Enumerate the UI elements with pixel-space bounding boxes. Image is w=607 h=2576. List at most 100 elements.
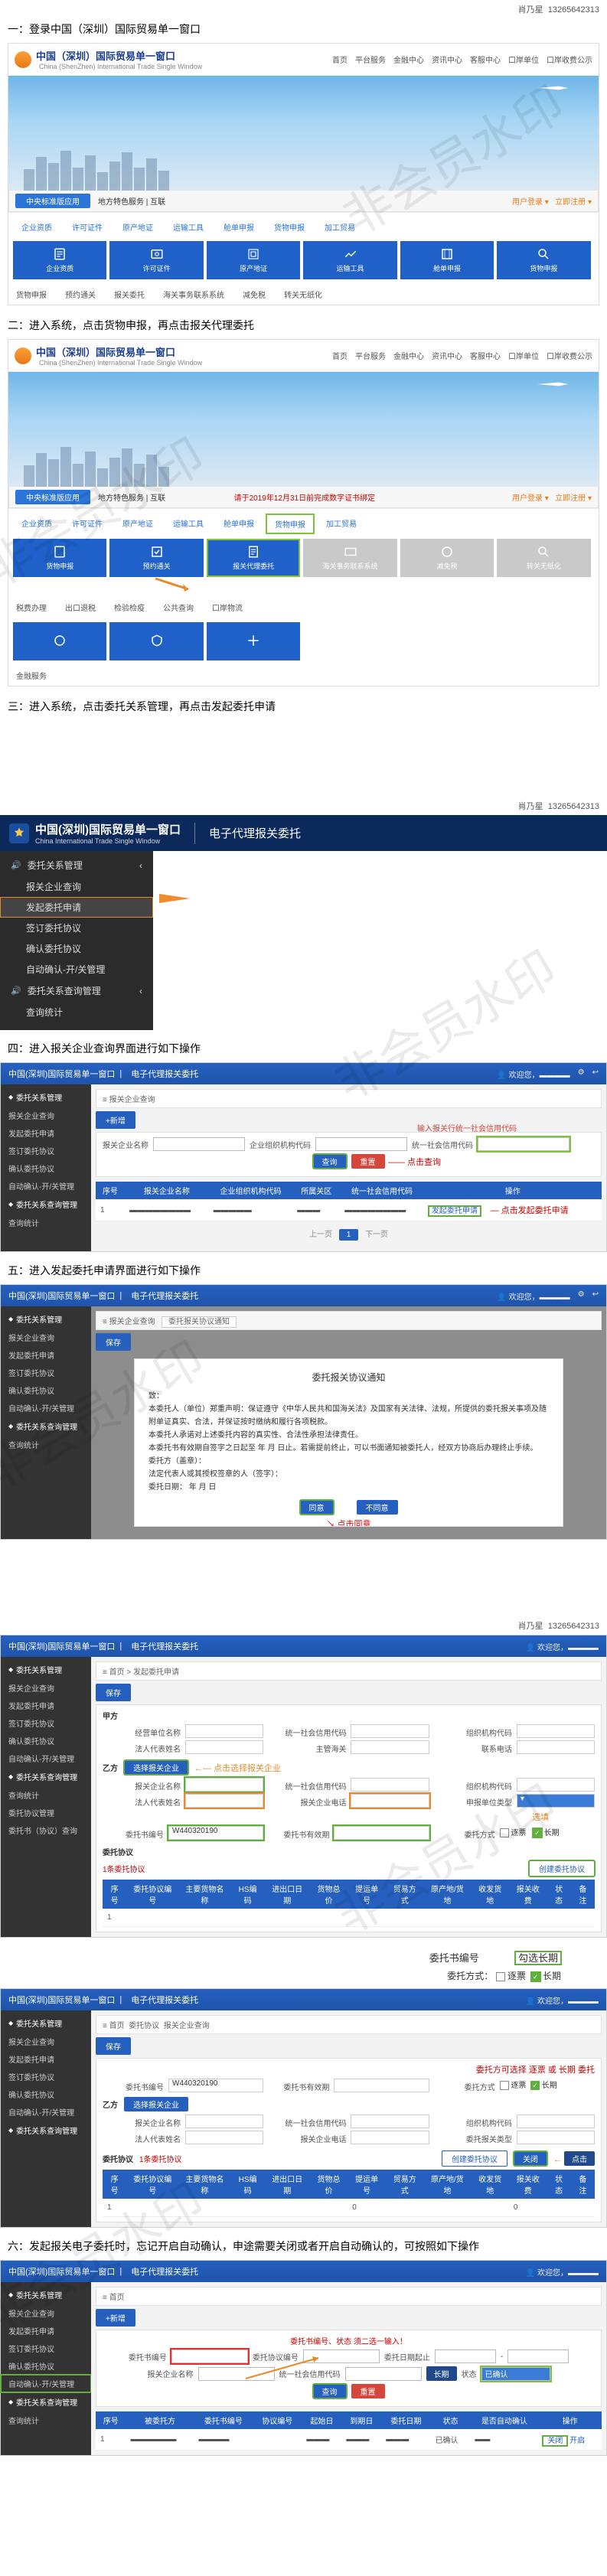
sidebar-item-initiate[interactable]: 发起委托申请 — [0, 897, 153, 918]
reset-button[interactable]: 重置 — [351, 1154, 385, 1169]
save-button[interactable]: 保存 — [96, 2037, 131, 2055]
nav-item[interactable]: 口岸单位 — [508, 350, 539, 361]
grid-tile[interactable]: 许可证件 — [109, 241, 203, 279]
nav-item[interactable]: 首页 — [332, 350, 348, 361]
side-head[interactable]: 委托关系查询管理 — [1, 1195, 91, 1214]
tab[interactable]: 报关企业查询 — [164, 2022, 210, 2030]
sub-tab[interactable]: 转关无纸化 — [284, 289, 322, 300]
grid-tile-delegate[interactable]: 报关代理委托 — [207, 539, 300, 577]
input[interactable] — [185, 2115, 263, 2128]
side-item[interactable]: 发起委托申请 — [1, 1124, 91, 1142]
side-item[interactable]: 签订委托协议 — [1, 1714, 91, 1732]
category-tab[interactable]: 许可证件 — [64, 217, 111, 236]
input[interactable] — [185, 1794, 263, 1808]
grid-tile[interactable]: 原产地证 — [207, 241, 300, 279]
input[interactable] — [185, 1724, 263, 1738]
category-tab[interactable]: 运输工具 — [165, 514, 212, 534]
input-date2[interactable] — [507, 2349, 569, 2363]
input[interactable] — [351, 2115, 429, 2128]
side-item[interactable]: 签订委托协议 — [1, 1364, 91, 1381]
nav-item[interactable]: 金融中心 — [393, 350, 424, 361]
dropdown[interactable]: ▾ — [517, 1794, 595, 1808]
input[interactable]: W440320190 — [168, 2079, 263, 2092]
grid-tile[interactable]: 减免税 — [400, 539, 494, 577]
side-head[interactable]: 委托关系查询管理 — [1, 2121, 91, 2140]
lookup-button[interactable]: 选择报关企业 — [124, 1760, 188, 1775]
side-item[interactable]: 确认委托协议 — [1, 1381, 91, 1399]
grid-tile[interactable]: 转关无纸化 — [497, 539, 590, 577]
lookup-button[interactable]: 选择报关企业 — [124, 2097, 188, 2111]
input[interactable] — [334, 2079, 429, 2092]
side-item[interactable]: 发起委托申请 — [1, 2050, 91, 2068]
category-tab-goods[interactable]: 货物申报 — [266, 514, 315, 534]
side-item[interactable]: 查询统计 — [1, 2411, 91, 2429]
radio-single[interactable] — [496, 1972, 505, 1981]
notice-tab[interactable]: 中央标准版应用 — [15, 194, 90, 208]
input-wtsno[interactable] — [171, 2349, 248, 2363]
side-item[interactable]: 发起委托申请 — [1, 1697, 91, 1714]
side-item[interactable]: 确认委托协议 — [1, 1159, 91, 1177]
side-head[interactable]: 委托关系管理 — [1, 2285, 91, 2304]
nav-item[interactable]: 首页 — [332, 54, 348, 65]
nav-item[interactable]: 资讯中心 — [432, 54, 462, 65]
input[interactable] — [185, 2131, 263, 2144]
input[interactable] — [351, 1778, 429, 1792]
reset-button[interactable]: 重置 — [351, 2384, 385, 2398]
sidebar-item[interactable]: 签订委托协议 — [0, 918, 153, 938]
side-item[interactable]: 确认委托协议 — [1, 1732, 91, 1749]
sidebar-item[interactable]: 确认委托协议 — [0, 938, 153, 959]
side-head[interactable]: 委托关系管理 — [1, 1087, 91, 1107]
grid-tile[interactable]: 企业资质 — [13, 241, 106, 279]
sub-tab[interactable]: 货物申报 — [16, 289, 47, 300]
input[interactable] — [185, 1740, 263, 1754]
table-row[interactable]: 1 — [103, 1909, 595, 1927]
sub-tab[interactable]: 预约通关 — [65, 289, 96, 300]
sidebar-item[interactable]: 自动确认-开/关管理 — [0, 959, 153, 980]
grid-tile[interactable]: 货物申报 — [13, 539, 106, 577]
sub-tab[interactable]: 报关委托 — [114, 289, 145, 300]
settings-icon[interactable]: ⚙ — [578, 1068, 585, 1080]
side-item-autoconfirm[interactable]: 自动确认-开/关管理 — [1, 2375, 91, 2392]
radio-long[interactable] — [531, 1972, 540, 1981]
input-valid[interactable] — [334, 1826, 429, 1840]
category-tab[interactable]: 舱单申报 — [215, 217, 263, 236]
input-name[interactable] — [153, 1137, 245, 1151]
wtfs-radio[interactable]: 逐票 长期 — [500, 1826, 595, 1840]
category-tab[interactable]: 原产地证 — [114, 217, 162, 236]
status-dropdown[interactable]: 已确认 — [481, 2367, 550, 2381]
side-item[interactable]: 签订委托协议 — [1, 1142, 91, 1159]
category-tab[interactable]: 企业资质 — [13, 514, 60, 534]
grid-tile[interactable]: 海关事务联系系统 — [303, 539, 397, 577]
close-button[interactable]: 关闭 — [514, 2151, 547, 2166]
create-agreement-button[interactable]: 创建委托协议 — [529, 1860, 595, 1877]
sub-tab[interactable]: 金融服务 — [16, 670, 47, 681]
side-item[interactable]: 确认委托协议 — [1, 2357, 91, 2375]
side-item[interactable]: 自动确认-开/关管理 — [1, 1177, 91, 1195]
save-button[interactable]: 保存 — [96, 1684, 131, 1701]
logout-icon[interactable]: ↩ — [592, 1290, 599, 1302]
side-item[interactable]: 查询统计 — [1, 1214, 91, 1231]
query-button[interactable]: 查询 — [313, 2384, 347, 2398]
nav-item[interactable]: 客服中心 — [470, 54, 501, 65]
sub-tab[interactable]: 公共查询 — [163, 602, 194, 613]
input-wtsno[interactable]: W440320190 — [168, 1826, 263, 1840]
side-item[interactable]: 报关企业查询 — [1, 1329, 91, 1346]
tab[interactable]: 委托协议 — [129, 2022, 159, 2030]
nav-item[interactable]: 客服中心 — [470, 350, 501, 361]
input[interactable] — [351, 1724, 429, 1738]
input-creditcode[interactable] — [478, 1137, 569, 1151]
register-button[interactable]: 立即注册 ▾ — [555, 198, 592, 207]
category-tab[interactable]: 许可证件 — [64, 514, 111, 534]
side-item[interactable]: 报关企业查询 — [1, 2304, 91, 2322]
side-item[interactable]: 确认委托协议 — [1, 2085, 91, 2103]
side-head[interactable]: 委托关系管理 — [1, 2014, 91, 2033]
new-button[interactable]: +新增 — [96, 1111, 135, 1129]
notice-tab[interactable]: 中央标准版应用 — [15, 490, 90, 504]
input-code[interactable] — [345, 2367, 422, 2381]
side-item[interactable]: 自动确认-开/关管理 — [1, 1399, 91, 1417]
sub-tab[interactable]: 出口退税 — [65, 602, 96, 613]
new-button[interactable]: +新增 — [96, 2309, 135, 2327]
create-button[interactable]: 创建委托协议 — [442, 2150, 507, 2167]
nav-item[interactable]: 平台服务 — [355, 350, 386, 361]
close-link[interactable]: 关闭 — [543, 2436, 567, 2446]
